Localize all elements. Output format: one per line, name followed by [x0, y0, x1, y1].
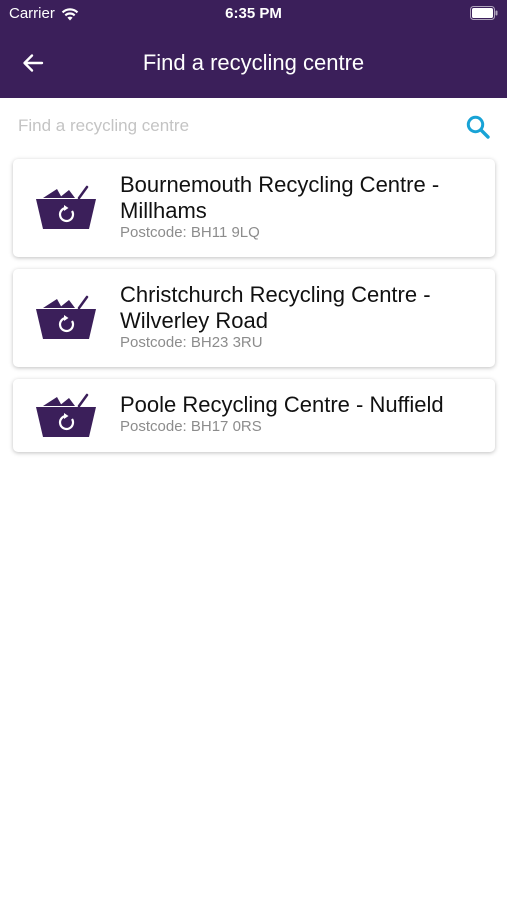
nav-bar: Find a recycling centre: [0, 28, 507, 98]
centre-info: Christchurch Recycling Centre - Wilverle…: [120, 269, 495, 364]
centre-info: Bournemouth Recycling Centre - Millhams …: [120, 159, 495, 254]
centre-name: Bournemouth Recycling Centre - Millhams: [120, 172, 440, 223]
search-icon[interactable]: [465, 114, 491, 140]
centre-postcode: Postcode: BH11 9LQ: [120, 224, 260, 241]
search-input[interactable]: [18, 112, 438, 140]
app-header: Carrier 6:35 PM Find a recycling centre: [0, 0, 507, 98]
status-bar: Carrier 6:35 PM: [0, 0, 507, 28]
centre-card[interactable]: Bournemouth Recycling Centre - Millhams …: [13, 159, 495, 257]
battery-icon: [470, 6, 498, 20]
centre-postcode: Postcode: BH17 0RS: [120, 418, 262, 435]
centre-card[interactable]: Christchurch Recycling Centre - Wilverle…: [13, 269, 495, 367]
centre-card[interactable]: Poole Recycling Centre - Nuffield Postco…: [13, 379, 495, 452]
centre-info: Poole Recycling Centre - Nuffield Postco…: [120, 379, 495, 448]
search-bar: [0, 98, 507, 154]
page-title: Find a recycling centre: [142, 50, 365, 75]
recycling-basket-icon: [36, 295, 96, 339]
centre-name: Christchurch Recycling Centre - Wilverle…: [120, 282, 431, 333]
status-time: 6:35 PM: [225, 5, 282, 22]
recycling-basket-icon: [36, 393, 96, 437]
centre-name: Poole Recycling Centre - Nuffield: [120, 392, 444, 417]
centre-postcode: Postcode: BH23 3RU: [120, 334, 263, 351]
centre-list: Bournemouth Recycling Centre - Millhams …: [13, 159, 495, 464]
recycling-basket-icon: [36, 185, 96, 229]
